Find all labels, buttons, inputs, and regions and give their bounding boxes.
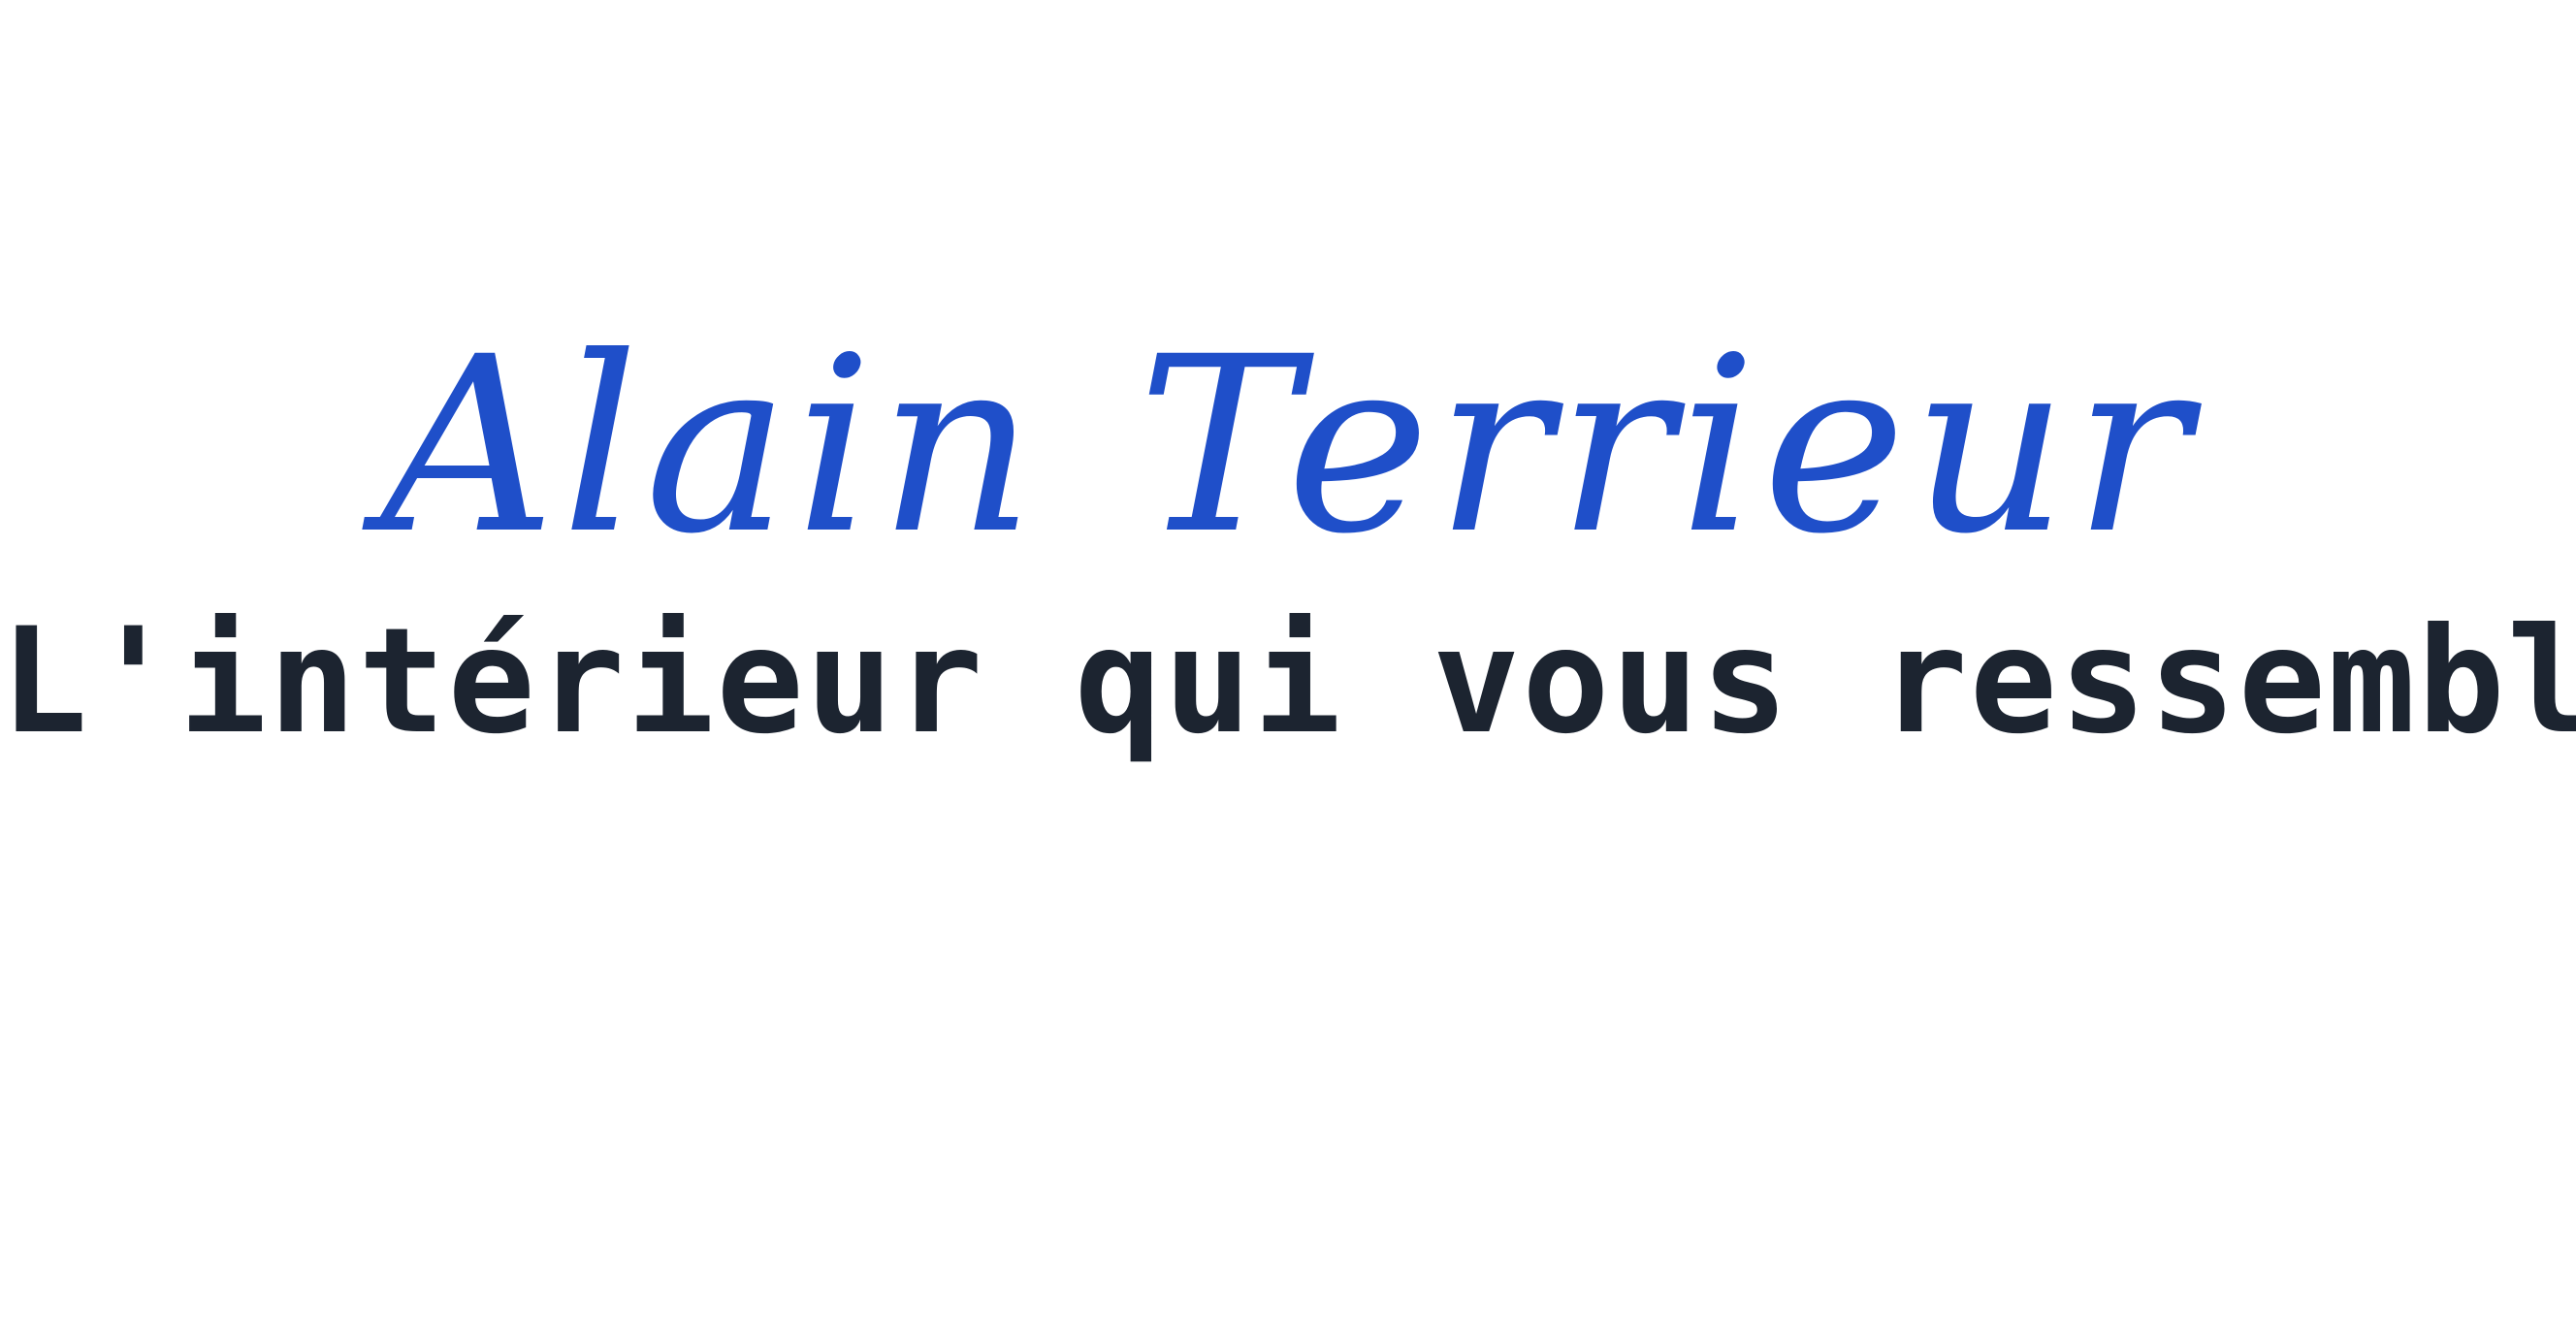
logo-lockup: Alain Terrieur L'intérieur qui vous resse… <box>0 0 2576 1319</box>
brand-name-script: Alain Terrieur <box>0 320 2576 572</box>
tagline: L'intérieur qui vous ressemble <box>0 597 2576 766</box>
logo-canvas: Alain Terrieur L'intérieur qui vous resse… <box>0 0 2576 1319</box>
brand-first-name: Alain <box>380 305 1041 587</box>
brand-last-name: Terrieur <box>1137 305 2196 587</box>
